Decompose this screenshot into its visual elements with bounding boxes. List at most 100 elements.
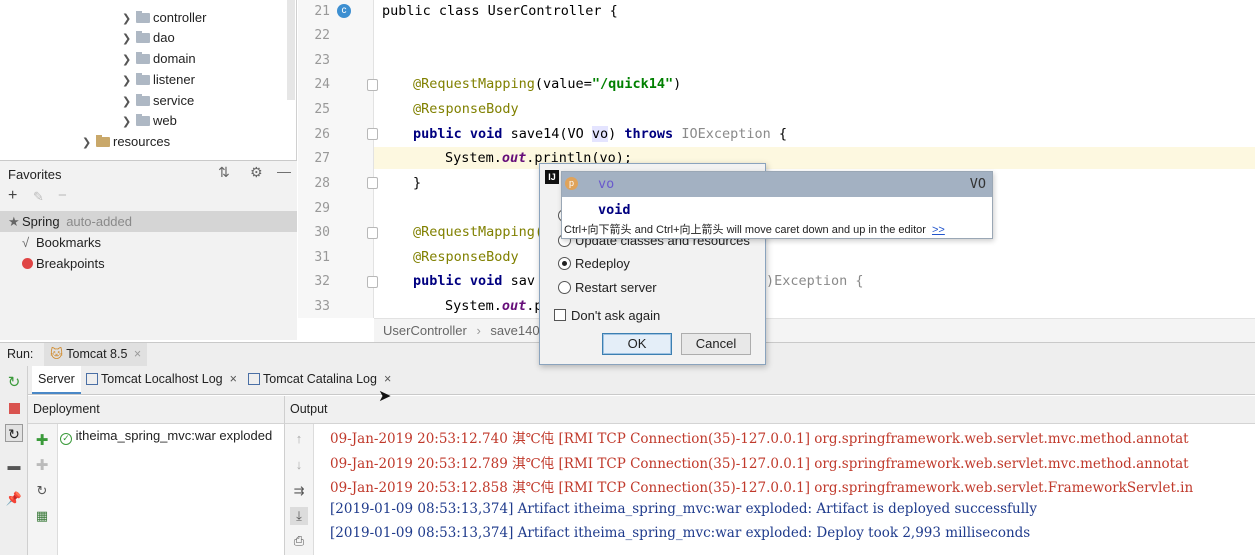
radio-restart-server[interactable] (558, 281, 571, 294)
code-line-30: @RequestMapping( (413, 224, 544, 240)
soft-wrap-icon[interactable]: ⇉ (290, 482, 308, 500)
remove-icon[interactable]: − (58, 187, 67, 204)
dont-ask-checkbox[interactable] (554, 309, 566, 321)
minimize-icon[interactable]: — (277, 163, 291, 179)
line-number: 24 (314, 77, 330, 92)
completion-hint: Ctrl+向下箭头 and Ctrl+向上箭头 will move caret … (564, 224, 945, 236)
chevron-right-icon[interactable]: ❯ (122, 9, 136, 29)
refresh-icon[interactable]: ↻ (33, 482, 51, 500)
arrow-down-icon[interactable]: ↓ (290, 456, 308, 474)
print-icon[interactable]: ⎙ (290, 532, 308, 550)
output-console[interactable]: 09-Jan-2019 20:53:12.740 淇℃伅 [RMI TCP Co… (314, 424, 1255, 555)
artifact-icon[interactable]: ▦ (33, 507, 51, 525)
favorites-list: ★ Spring auto-added √ Bookmarks Breakpoi… (0, 210, 297, 340)
chevron-right-icon[interactable]: ❯ (122, 92, 136, 112)
favorite-item-bookmarks[interactable]: √ Bookmarks (0, 232, 297, 253)
folder-icon (136, 52, 150, 64)
hint-more-link[interactable]: >> (932, 224, 945, 236)
edit-icon[interactable]: ✎ (33, 189, 44, 205)
tree-item-web[interactable]: ❯ web (122, 111, 177, 131)
line-number: 30 (314, 225, 330, 240)
chevron-right-icon[interactable]: ❯ (122, 71, 136, 91)
fold-marker-icon[interactable] (367, 276, 378, 288)
deploy-icon[interactable]: ✚ (33, 432, 51, 450)
line-number: 29 (314, 201, 330, 216)
chevron-right-icon[interactable]: ❯ (122, 112, 136, 132)
output-toolbar: ↑ ↓ ⇉ ⤓ ⎙ (284, 424, 314, 555)
chevron-right-icon[interactable]: ❯ (82, 133, 96, 153)
folder-icon (136, 11, 150, 23)
fold-marker-icon[interactable] (367, 227, 378, 239)
chevron-right-icon[interactable]: ❯ (122, 29, 136, 49)
line-number: 33 (314, 299, 330, 314)
close-icon[interactable]: × (134, 347, 141, 361)
stop-icon[interactable] (5, 400, 23, 418)
arrow-up-icon[interactable]: ↑ (290, 430, 308, 448)
layout-icon[interactable]: ▬ (5, 457, 23, 475)
redeploy-label: Redeploy (575, 256, 630, 271)
tree-item-listener[interactable]: ❯ listener (122, 70, 195, 90)
line-number: 25 (314, 102, 330, 117)
rerun-icon[interactable]: ↻ (5, 374, 23, 392)
parameter-icon: p (565, 177, 578, 190)
output-header: Output (284, 396, 1255, 424)
favorite-item-breakpoints[interactable]: Breakpoints (0, 253, 297, 274)
artifact-item[interactable]: ✓ itheima_spring_mvc:war exploded (60, 427, 272, 445)
update-icon[interactable]: ↻ (5, 424, 23, 442)
folder-icon (136, 73, 150, 85)
tree-item-dao[interactable]: ❯ dao (122, 28, 175, 48)
tree-item-service[interactable]: ❯ service (122, 91, 194, 111)
folder-icon (136, 31, 150, 43)
code-line-24: @RequestMapping(value="/quick14") (413, 76, 682, 92)
pin-icon[interactable]: 📌 (5, 490, 23, 508)
dont-ask-label: Don't ask again (571, 308, 661, 323)
breadcrumb-separator: › (476, 323, 481, 338)
chevron-right-icon[interactable]: ❯ (122, 50, 136, 70)
breadcrumb-method[interactable]: save140 (490, 323, 539, 338)
fold-marker-icon[interactable] (367, 128, 378, 140)
undeploy-icon[interactable]: ✚ (33, 457, 51, 475)
breadcrumb: UserController › save140 (374, 318, 1255, 342)
run-tabs: Server Tomcat Localhost Log × Tomcat Cata… (28, 366, 1255, 395)
run-label: Run: (7, 347, 34, 361)
tab-catalina-log[interactable]: Tomcat Catalina Log × (242, 366, 397, 394)
fold-marker-icon[interactable] (367, 79, 378, 91)
code-line-32-tail: )Exception { (766, 273, 864, 289)
project-tree: ❯ controller ❯ dao ❯ domain ❯ listener ❯ serv… (0, 0, 297, 160)
favorite-item-spring[interactable]: ★ Spring auto-added (0, 211, 297, 232)
tree-scrollbar[interactable] (287, 0, 295, 100)
radio-redeploy[interactable] (558, 257, 571, 270)
add-icon[interactable]: + (8, 187, 17, 205)
line-number: 26 (314, 127, 330, 142)
ok-button[interactable]: OK (602, 333, 672, 355)
run-config-tab[interactable]: 🐱 Tomcat 8.5 × (44, 343, 148, 366)
close-icon[interactable]: × (384, 372, 391, 386)
check-icon: ✓ (60, 433, 72, 445)
resources-folder-icon (96, 135, 110, 147)
line-number: 28 (314, 176, 330, 191)
cancel-button[interactable]: Cancel (681, 333, 751, 355)
scroll-to-end-icon[interactable]: ⤓ (290, 507, 308, 525)
tree-item-resources[interactable]: ❯ resources (82, 132, 170, 152)
run-left-toolbar: ↻ ↻ ▬ 📌 (0, 366, 28, 555)
output-line: [2019-01-09 08:53:13,374] Artifact ithei… (330, 501, 1037, 517)
tab-server[interactable]: Server (32, 366, 81, 394)
fold-marker-icon[interactable] (367, 177, 378, 189)
tab-localhost-log[interactable]: Tomcat Localhost Log × (80, 366, 243, 394)
gear-icon[interactable]: ⚙ (250, 164, 263, 181)
completion-item-selected[interactable]: p vo VO (562, 172, 992, 197)
restart-server-label: Restart server (575, 280, 657, 295)
code-line-26: public void save14(VO vo) throws IOExcep… (413, 126, 788, 142)
output-line: 09-Jan-2019 20:53:12.740 淇℃伅 [RMI TCP Co… (330, 431, 1189, 447)
output-line: 09-Jan-2019 20:53:12.858 淇℃伅 [RMI TCP Co… (330, 480, 1194, 496)
tree-item-controller[interactable]: ❯ controller (122, 8, 206, 28)
breadcrumb-class[interactable]: UserController (383, 323, 467, 338)
completion-item[interactable]: void (562, 198, 992, 222)
log-icon (248, 373, 260, 385)
favorites-title: Favorites (8, 167, 62, 182)
collapse-icon[interactable]: ⇅ (218, 164, 230, 181)
close-icon[interactable]: × (230, 372, 237, 386)
tree-item-domain[interactable]: ❯ domain (122, 49, 196, 69)
line-number: 32 (314, 274, 330, 289)
mouse-cursor-icon: ➤ (378, 388, 392, 405)
